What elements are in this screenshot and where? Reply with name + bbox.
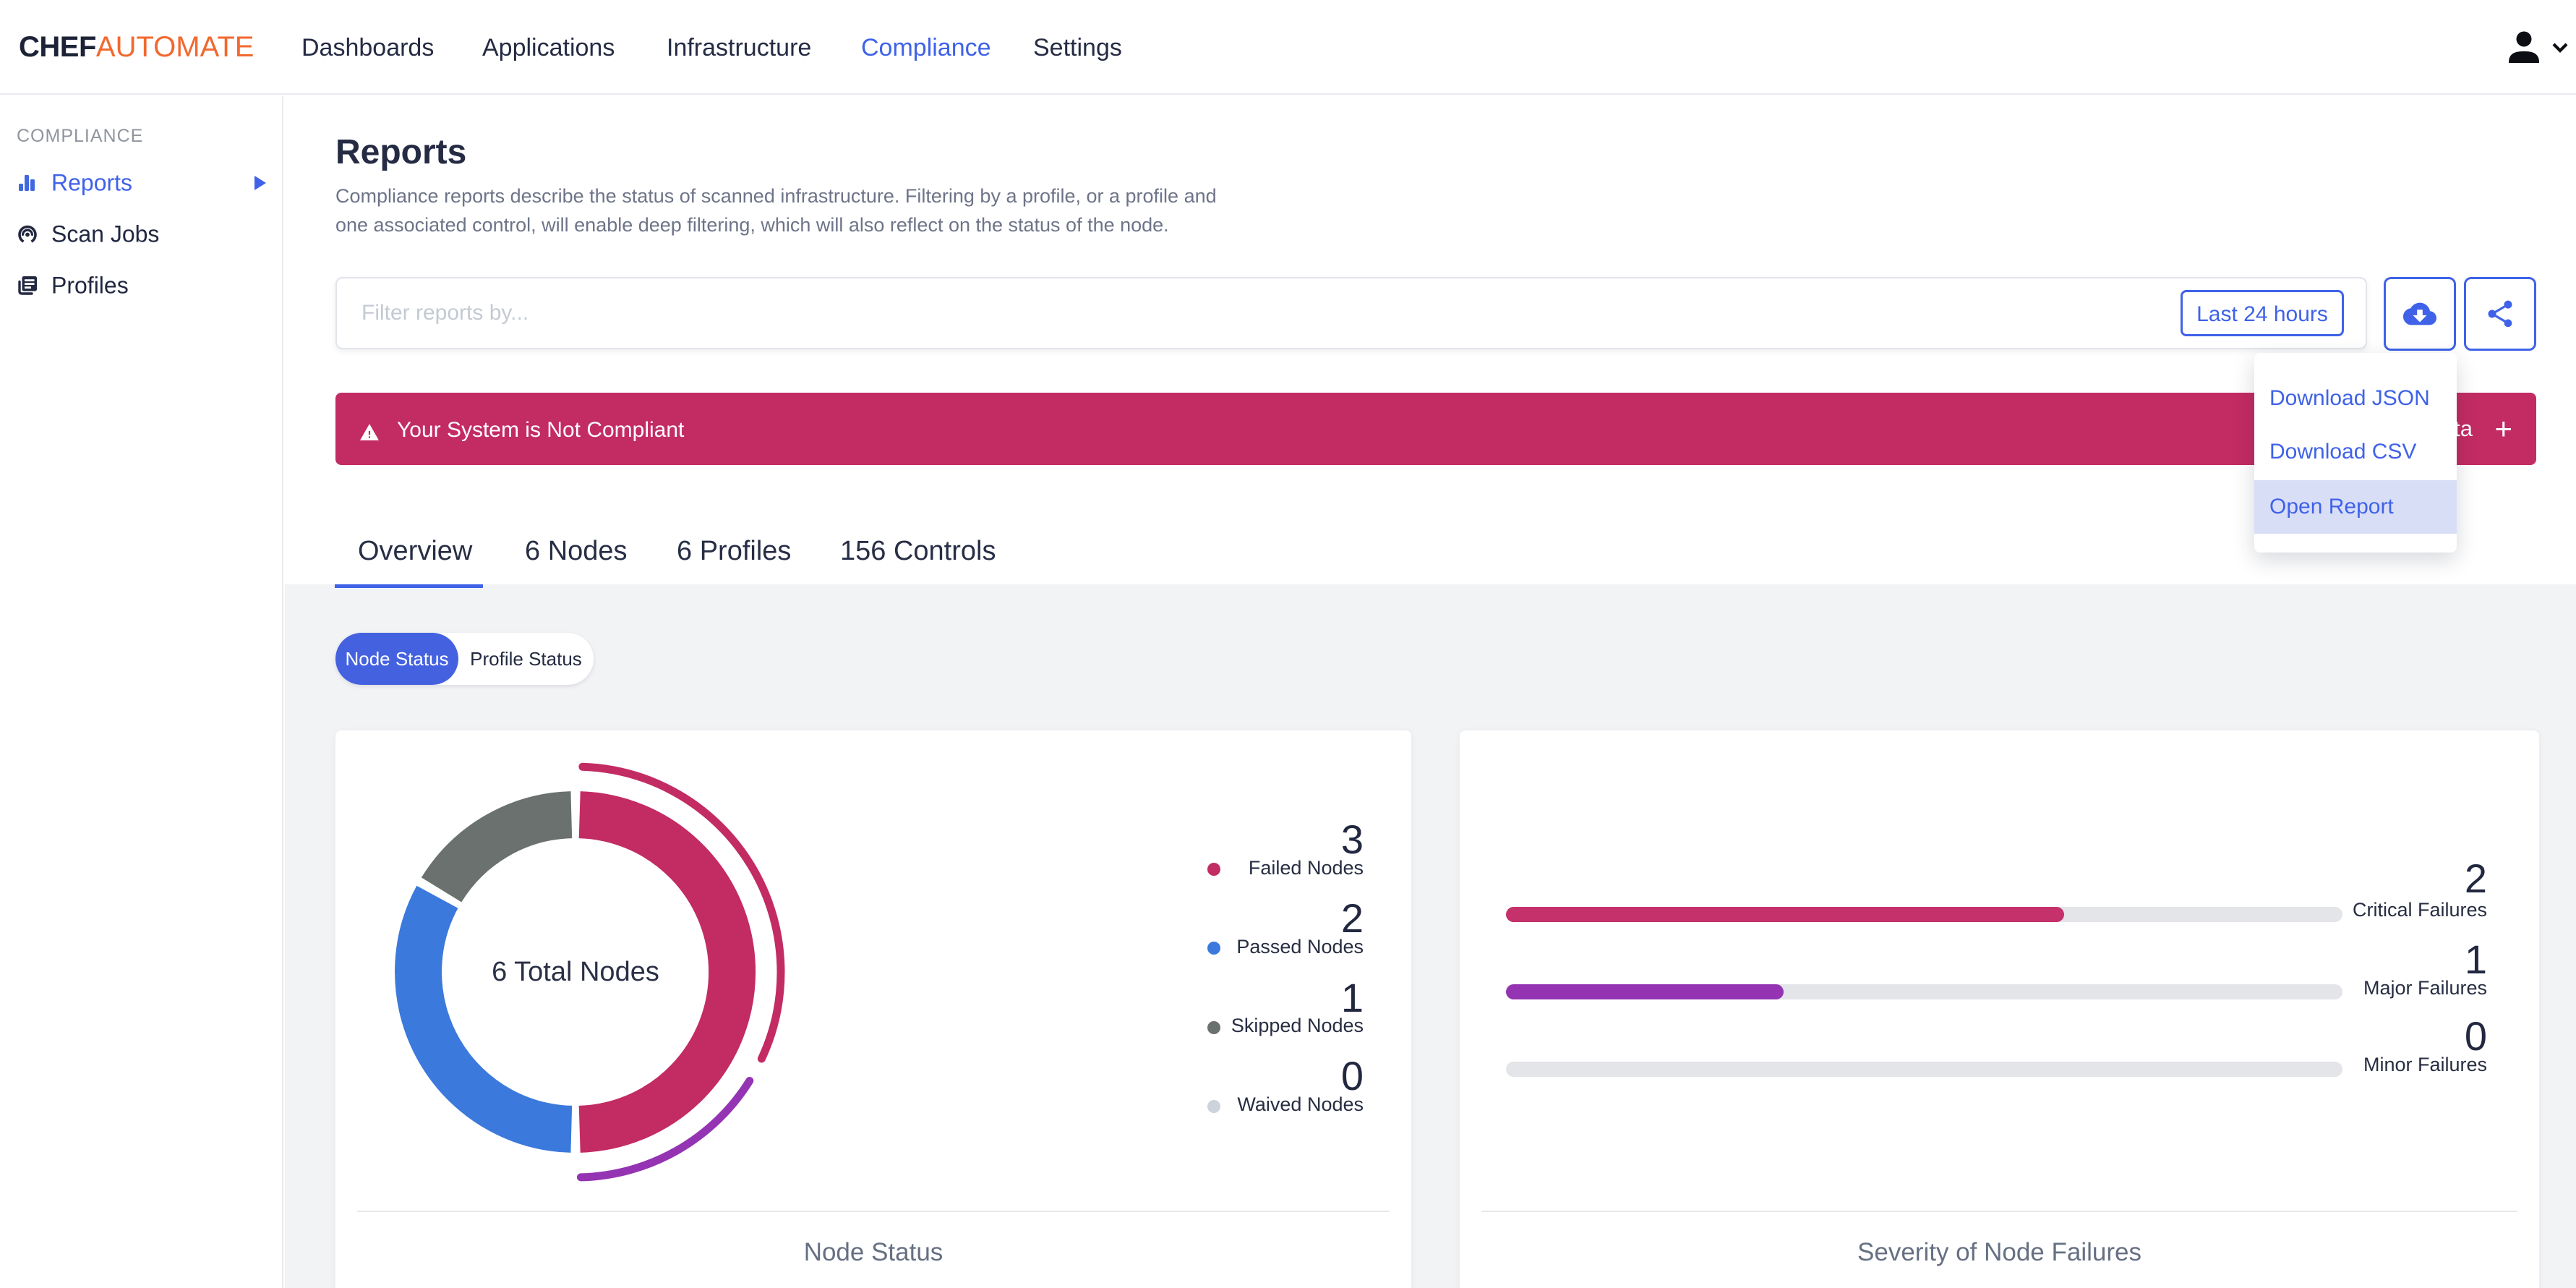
svg-text:6 Total Nodes: 6 Total Nodes	[492, 957, 659, 987]
